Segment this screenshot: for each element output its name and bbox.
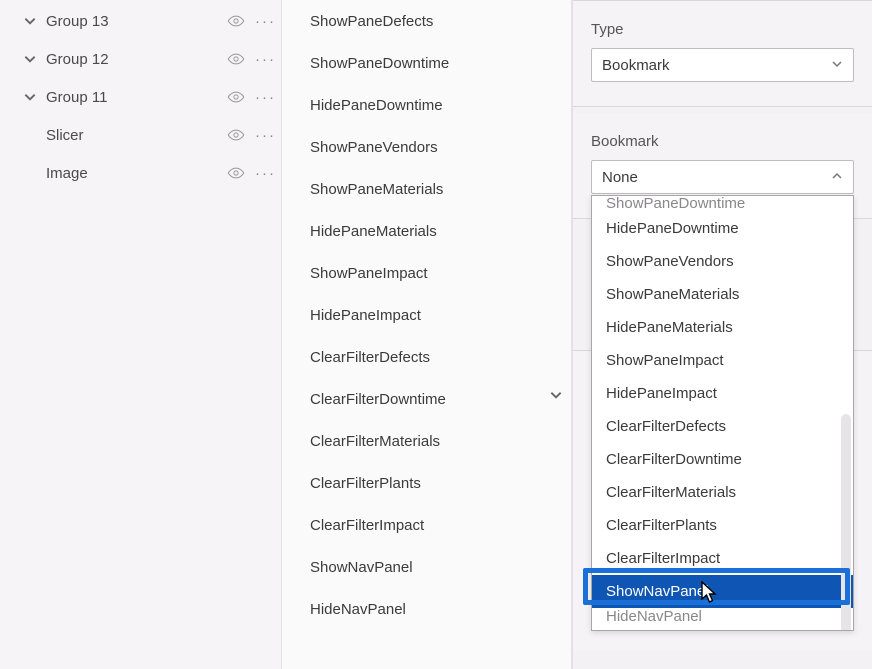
bookmark-list-item[interactable]: ClearFilterImpact	[282, 504, 571, 546]
type-label: Type	[591, 21, 854, 38]
chevron-down-icon	[549, 388, 563, 406]
bookmark-list-item[interactable]: ShowPaneMaterials	[282, 168, 571, 210]
dropdown-option[interactable]: ClearFilterPlants	[592, 509, 853, 542]
type-section: Type Bookmark	[573, 0, 872, 107]
chevron-down-icon[interactable]	[22, 13, 38, 29]
visibility-eye-icon[interactable]	[227, 166, 245, 180]
bookmark-list-item[interactable]: ClearFilterMaterials	[282, 420, 571, 462]
dropdown-option[interactable]: ShowPaneVendors	[592, 245, 853, 278]
tree-group-item[interactable]: Group 11 ···	[0, 78, 281, 116]
chevron-down-icon	[831, 57, 843, 74]
more-options-icon[interactable]: ···	[255, 127, 273, 144]
property-pane: Type Bookmark Bookmark None	[572, 0, 872, 669]
visibility-eye-icon[interactable]	[227, 52, 245, 66]
bookmark-list-item[interactable]: HidePaneImpact	[282, 294, 571, 336]
dropdown-option[interactable]: ClearFilterMaterials	[592, 476, 853, 509]
bookmark-list-item[interactable]: ShowPaneDefects	[282, 0, 571, 42]
bookmark-list-item[interactable]: ShowPaneVendors	[282, 126, 571, 168]
bookmark-list-item[interactable]: ShowNavPanel	[282, 546, 571, 588]
structure-pane: Group 13 ··· Group 12 ··· Group 11 ··· Slicer ·…	[0, 0, 282, 669]
dropdown-option[interactable]: ClearFilterDefects	[592, 410, 853, 443]
dropdown-option[interactable]: HidePaneMaterials	[592, 311, 853, 344]
bookmark-select-value: None	[602, 169, 638, 186]
bookmark-select[interactable]: None	[591, 160, 854, 194]
type-select-value: Bookmark	[602, 57, 670, 74]
bookmark-list-item[interactable]: HideNavPanel	[282, 588, 571, 630]
bookmark-list-item[interactable]: HidePaneDowntime	[282, 84, 571, 126]
chevron-down-icon[interactable]	[22, 51, 38, 67]
tree-item-label: Group 11	[46, 89, 219, 106]
bookmark-list-item[interactable]: ShowPaneImpact	[282, 252, 571, 294]
tree-item-label: Group 13	[46, 13, 219, 30]
dropdown-option[interactable]: ClearFilterImpact	[592, 542, 853, 575]
chevron-up-icon	[831, 169, 843, 186]
dropdown-option[interactable]: ShowNavPanel	[592, 575, 853, 608]
tree-group-item[interactable]: Group 13 ···	[0, 2, 281, 40]
more-options-icon[interactable]: ···	[255, 89, 273, 106]
dropdown-option[interactable]: HidePaneDowntime	[592, 212, 853, 245]
tree-leaf-item[interactable]: Image ···	[0, 154, 281, 192]
more-options-icon[interactable]: ···	[255, 165, 273, 182]
type-select[interactable]: Bookmark	[591, 48, 854, 82]
bookmark-list-item[interactable]: ShowPaneDowntime	[282, 42, 571, 84]
bookmark-dropdown[interactable]: ShowPaneDowntimeHidePaneDowntimeShowPane…	[591, 195, 854, 631]
tree-group-item[interactable]: Group 12 ···	[0, 40, 281, 78]
more-options-icon[interactable]: ···	[255, 51, 273, 68]
bookmark-list-item[interactable]: ClearFilterPlants	[282, 462, 571, 504]
scrollbar-thumb[interactable]	[841, 414, 851, 631]
dropdown-option[interactable]: ShowPaneDowntime	[592, 196, 853, 212]
bookmark-list-pane: ShowPaneDefectsShowPaneDowntimeHidePaneD…	[282, 0, 572, 669]
bookmark-list-item[interactable]: HidePaneMaterials	[282, 210, 571, 252]
bookmark-label: Bookmark	[591, 133, 854, 150]
dropdown-option[interactable]: ShowPaneMaterials	[592, 278, 853, 311]
bookmark-list-item[interactable]: ClearFilterDowntime	[282, 378, 571, 420]
bookmark-list-item[interactable]: ClearFilterDefects	[282, 336, 571, 378]
dropdown-option[interactable]: ClearFilterDowntime	[592, 443, 853, 476]
visibility-eye-icon[interactable]	[227, 14, 245, 28]
dropdown-option[interactable]: HideNavPanel	[592, 608, 853, 630]
visibility-eye-icon[interactable]	[227, 90, 245, 104]
tree-leaf-item[interactable]: Slicer ···	[0, 116, 281, 154]
chevron-down-icon[interactable]	[22, 89, 38, 105]
tree-item-label: Slicer	[46, 127, 219, 144]
dropdown-option[interactable]: HidePaneImpact	[592, 377, 853, 410]
dropdown-option[interactable]: ShowPaneImpact	[592, 344, 853, 377]
visibility-eye-icon[interactable]	[227, 128, 245, 142]
tree-item-label: Group 12	[46, 51, 219, 68]
more-options-icon[interactable]: ···	[255, 13, 273, 30]
tree-item-label: Image	[46, 165, 219, 182]
